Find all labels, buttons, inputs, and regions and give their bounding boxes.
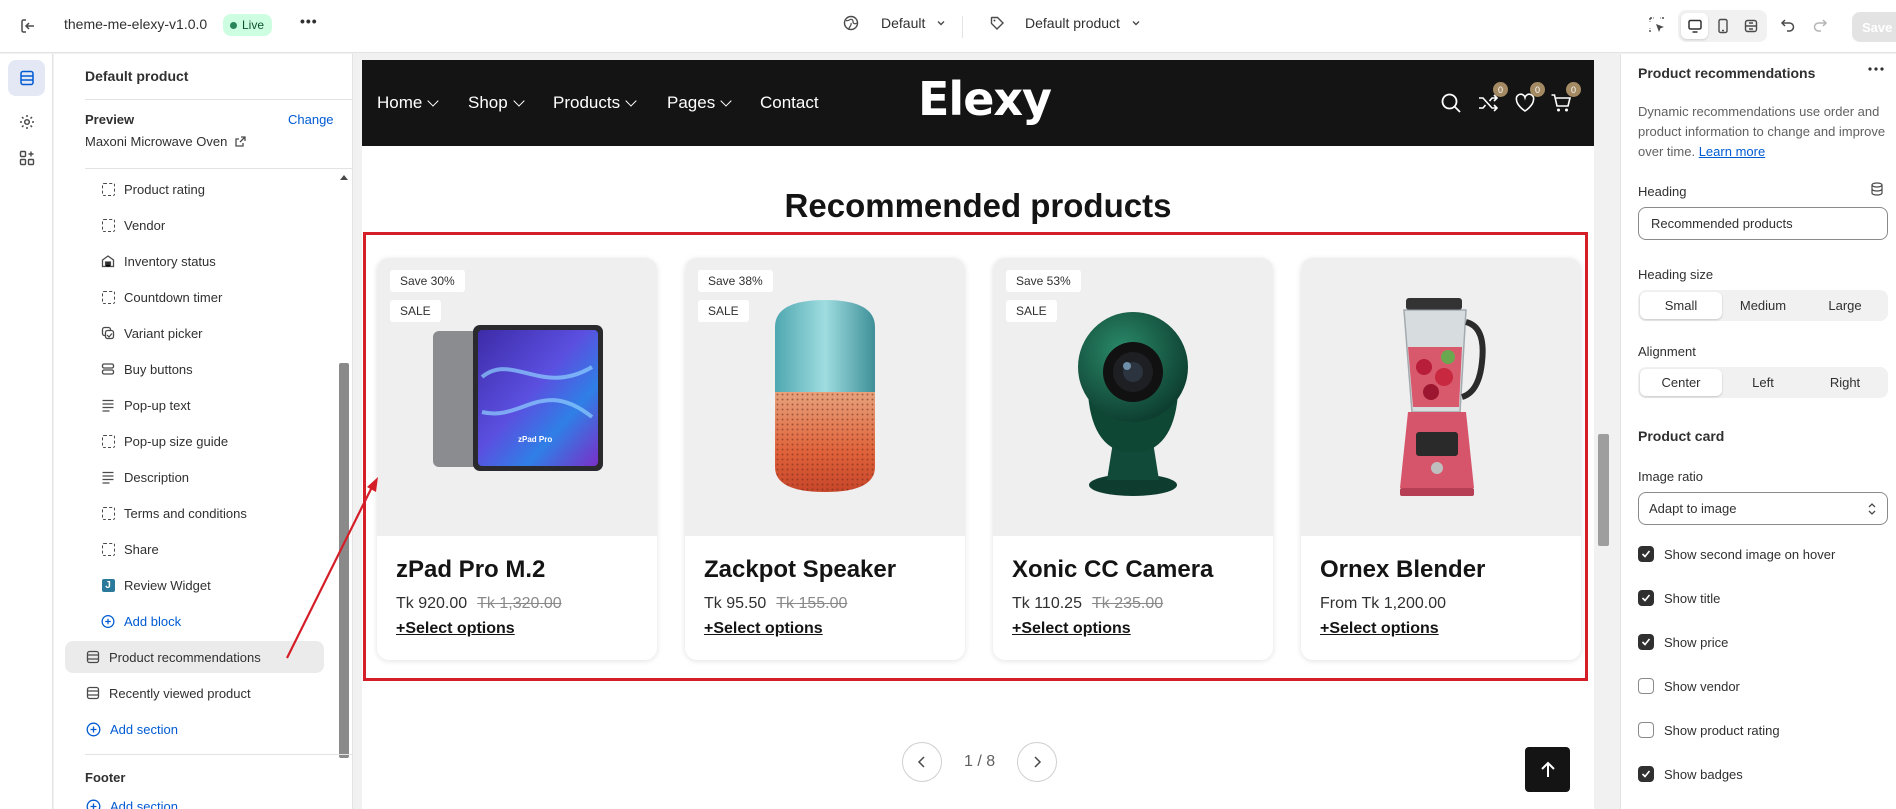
checkbox-label: Show title	[1664, 590, 1721, 606]
checkbox-label: Show vendor	[1664, 678, 1740, 694]
heading-size-medium[interactable]: Medium	[1722, 292, 1804, 319]
heading-size-label: Heading size	[1638, 267, 1714, 282]
alignment-selector: Center Left Right	[1638, 367, 1888, 398]
checkbox-empty-icon[interactable]	[1638, 678, 1654, 694]
heading-input[interactable]: Recommended products	[1638, 207, 1888, 240]
checkbox-checked-icon[interactable]	[1638, 590, 1654, 606]
alignment-center[interactable]: Center	[1640, 369, 1722, 396]
dynamic-source-icon[interactable]	[1870, 182, 1884, 196]
preview-scrollbar[interactable]	[1598, 434, 1609, 546]
image-ratio-value: Adapt to image	[1649, 501, 1737, 516]
alignment-left[interactable]: Left	[1722, 369, 1804, 396]
heading-size-small[interactable]: Small	[1640, 292, 1722, 319]
select-chevrons-icon	[1868, 502, 1876, 515]
alignment-label: Alignment	[1638, 344, 1696, 359]
settings-description: Dynamic recommendations use order and pr…	[1638, 102, 1888, 162]
checkbox-empty-icon[interactable]	[1638, 722, 1654, 738]
heading-input-value: Recommended products	[1651, 216, 1793, 231]
annotation-arrow	[286, 477, 378, 659]
checkbox-show-vendor[interactable]: Show vendor	[1638, 678, 1740, 694]
image-ratio-select[interactable]: Adapt to image	[1638, 492, 1888, 525]
learn-more-link[interactable]: Learn more	[1699, 144, 1765, 159]
heading-size-selector: Small Medium Large	[1638, 290, 1888, 321]
checkbox-second-image[interactable]: Show second image on hover	[1638, 546, 1835, 562]
checkbox-checked-icon[interactable]	[1638, 766, 1654, 782]
heading-label: Heading	[1638, 184, 1687, 199]
checkbox-label: Show price	[1664, 634, 1729, 650]
preview-scroll-track	[1597, 54, 1611, 809]
checkbox-show-rating[interactable]: Show product rating	[1638, 722, 1780, 738]
checkbox-show-price[interactable]: Show price	[1638, 634, 1728, 650]
checkbox-checked-icon[interactable]	[1638, 546, 1654, 562]
alignment-right[interactable]: Right	[1804, 369, 1886, 396]
product-card-heading: Product card	[1638, 428, 1725, 444]
checkbox-label: Show second image on hover	[1664, 546, 1836, 562]
checkbox-label: Show badges	[1664, 766, 1743, 782]
image-ratio-label: Image ratio	[1638, 469, 1704, 484]
settings-panel: Product recommendations Dynamic recommen…	[1620, 54, 1896, 809]
more-options-button[interactable]	[1867, 62, 1885, 76]
checkbox-show-badges[interactable]: Show badges	[1638, 766, 1743, 782]
checkbox-label: Show product rating	[1664, 722, 1780, 738]
checkbox-checked-icon[interactable]	[1638, 634, 1654, 650]
settings-title: Product recommendations	[1638, 65, 1816, 81]
checkbox-show-title[interactable]: Show title	[1638, 590, 1720, 606]
ellipsis-icon	[1868, 67, 1884, 71]
heading-size-large[interactable]: Large	[1804, 292, 1886, 319]
